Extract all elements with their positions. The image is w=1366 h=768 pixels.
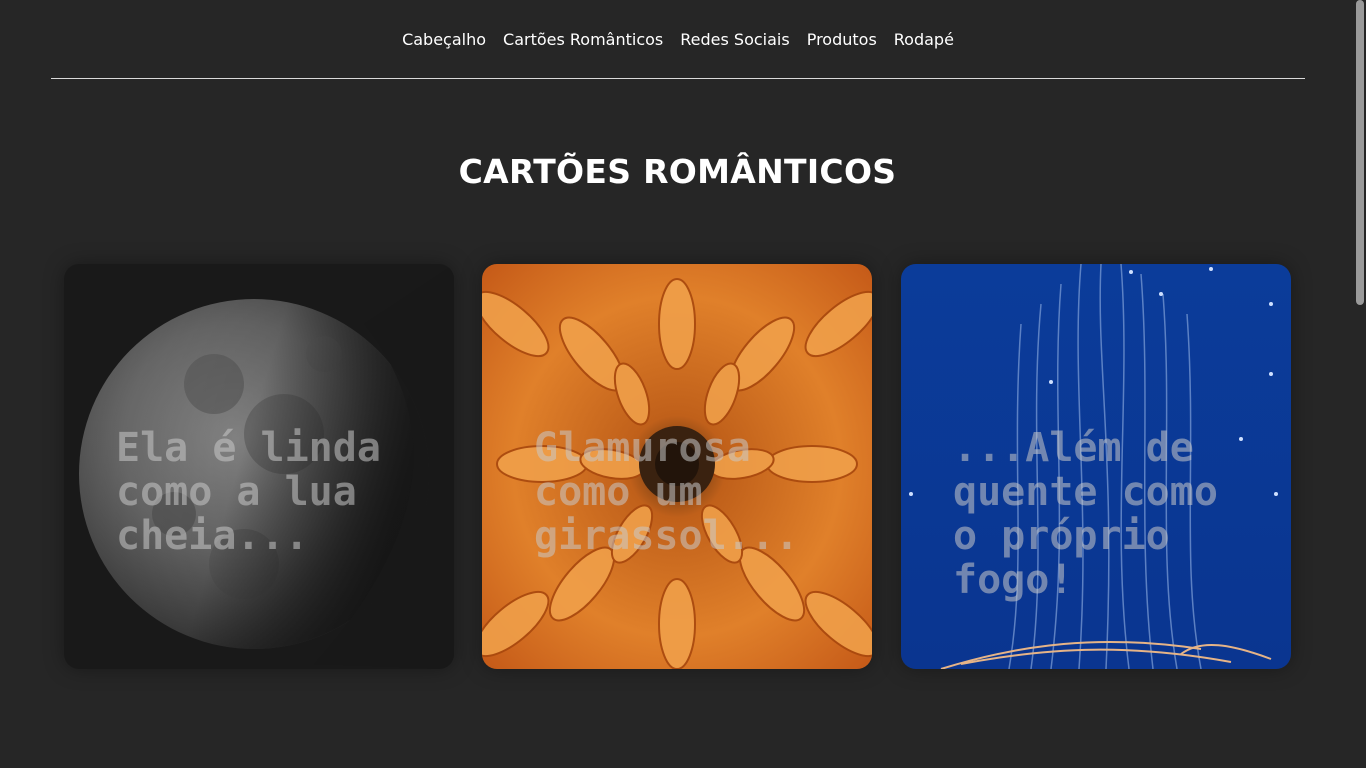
card-moon[interactable]: Ela é linda como a lua cheia...: [64, 264, 454, 669]
nav-link-cartoes-romanticos[interactable]: Cartões Românticos: [503, 30, 663, 49]
card-text-jellyfish: ...Além de quente como o próprio fogo!: [953, 425, 1218, 603]
card-text-moon: Ela é linda como a lua cheia...: [116, 425, 381, 559]
top-navigation: Cabeçalho Cartões Românticos Redes Socia…: [51, 0, 1305, 79]
page-scrollbar[interactable]: [1355, 0, 1366, 768]
nav-link-cabecalho[interactable]: Cabeçalho: [402, 30, 486, 49]
card-text-flower: Glamurosa como um girassol...: [534, 425, 799, 559]
scrollbar-thumb[interactable]: [1356, 0, 1364, 305]
nav-link-redes-sociais[interactable]: Redes Sociais: [680, 30, 789, 49]
card-jellyfish[interactable]: ...Além de quente como o próprio fogo!: [901, 264, 1291, 669]
nav-link-produtos[interactable]: Produtos: [807, 30, 877, 49]
section-title: CARTÕES ROMÂNTICOS: [458, 152, 897, 191]
nav-link-rodape[interactable]: Rodapé: [894, 30, 954, 49]
card-flower[interactable]: Glamurosa como um girassol...: [482, 264, 872, 669]
